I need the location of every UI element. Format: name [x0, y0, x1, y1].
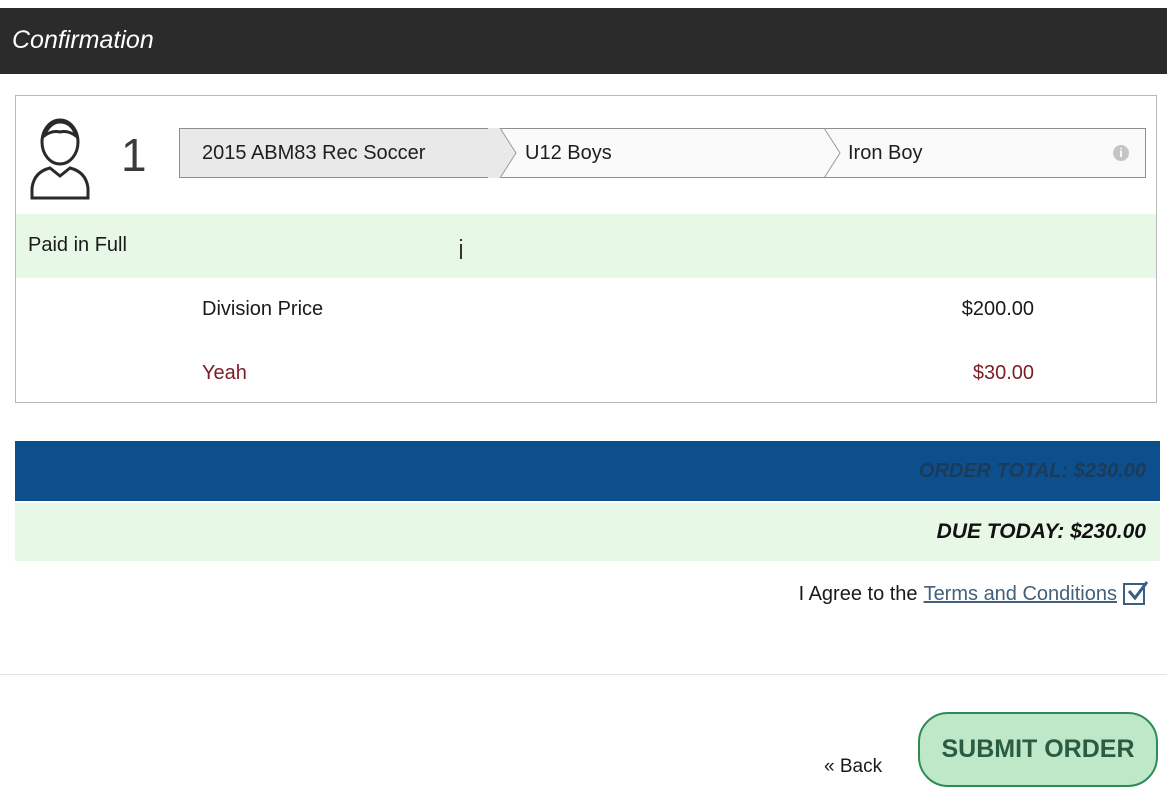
agree-label: I Agree to the: [798, 582, 918, 605]
user-icon: [30, 118, 90, 200]
text-cursor-icon: [460, 239, 462, 259]
submit-order-button[interactable]: SUBMIT ORDER: [918, 712, 1158, 787]
checkmark-icon: [1127, 581, 1148, 601]
breadcrumb-team[interactable]: Iron Boy: [848, 129, 922, 177]
order-total-bar: ORDER TOTAL: $230.00: [15, 441, 1160, 501]
page-title: Confirmation: [12, 26, 154, 54]
participant-number: 1: [121, 129, 147, 181]
back-link[interactable]: « Back: [824, 756, 882, 778]
line-item-amount: $30.00: [972, 362, 1034, 384]
line-item: Yeah $30.00: [16, 356, 1156, 396]
divider: [0, 674, 1167, 675]
payment-plan-label: Paid in Full: [28, 234, 127, 256]
breadcrumb-division[interactable]: U12 Boys: [525, 129, 612, 177]
line-item-name: Yeah: [202, 362, 247, 384]
line-item-amount: $200.00: [961, 298, 1034, 320]
due-today: DUE TODAY: $230.00: [936, 520, 1146, 543]
terms-link[interactable]: Terms and Conditions: [924, 583, 1117, 606]
agree-checkbox[interactable]: [1123, 581, 1148, 605]
page-header: Confirmation: [0, 8, 1167, 74]
line-item: Division Price $200.00: [16, 292, 1156, 332]
order-total: ORDER TOTAL: $230.00: [918, 460, 1146, 482]
due-today-bar: DUE TODAY: $230.00: [15, 503, 1160, 561]
terms-agreement: I Agree to the Terms and Conditions: [798, 580, 1148, 608]
info-icon[interactable]: i: [1113, 145, 1129, 161]
chevron-right-icon: [823, 128, 841, 178]
registration-breadcrumb: 2015 ABM83 Rec Soccer U12 Boys Iron Boy …: [179, 128, 1146, 178]
payment-plan-row: Paid in Full: [16, 214, 1156, 278]
registration-card: 1 2015 ABM83 Rec Soccer U12 Boys Iron Bo…: [15, 95, 1157, 403]
chevron-right-icon: [488, 128, 517, 178]
line-item-name: Division Price: [202, 298, 324, 320]
breadcrumb-program[interactable]: 2015 ABM83 Rec Soccer: [180, 129, 500, 177]
